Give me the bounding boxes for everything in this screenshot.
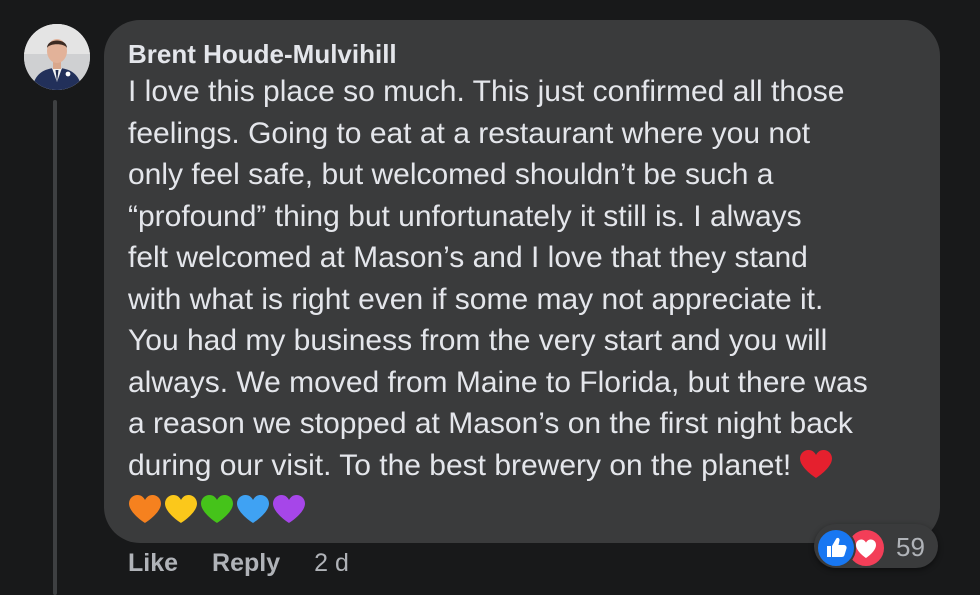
comment-line: with what is right even if some may not …: [128, 282, 824, 316]
comment-line: feelings. Going to eat at a restaurant w…: [128, 116, 811, 150]
comment-text: I love this place so much. This just con…: [128, 71, 928, 486]
comment-line: I love this place so much. This just con…: [128, 75, 845, 108]
like-reaction-icon: [816, 528, 856, 568]
reaction-count: 59: [896, 532, 925, 562]
comment-timestamp[interactable]: 2 d: [314, 546, 349, 580]
like-button[interactable]: Like: [128, 546, 178, 580]
reaction-summary[interactable]: 59: [814, 524, 938, 568]
purple-heart-icon: [273, 495, 305, 523]
comment-author[interactable]: Brent Houde-Mulvihill: [128, 38, 397, 70]
comment-line: “profound” thing but unfortunately it st…: [128, 199, 802, 233]
green-heart-icon: [201, 495, 233, 523]
comment-line: only feel safe, but welcomed shouldn’t b…: [128, 158, 774, 191]
profile-photo-icon: [24, 24, 90, 90]
reply-button[interactable]: Reply: [212, 546, 280, 580]
thread-line: [53, 100, 57, 595]
comment-thread: Brent Houde-Mulvihill I love this place …: [0, 0, 980, 595]
comment-line: a reason we stopped at Mason’s on the fi…: [128, 407, 853, 440]
yellow-heart-icon: [165, 495, 197, 523]
avatar[interactable]: [24, 24, 90, 90]
comment-line: always. We moved from Maine to Florida, …: [128, 365, 868, 399]
orange-heart-icon: [129, 495, 161, 523]
blue-heart-icon: [237, 495, 269, 523]
red-heart-icon: [800, 449, 833, 478]
comment-actions: Like Reply 2 d: [128, 546, 349, 580]
comment-line-last: during our visit. To the best brewery on…: [128, 445, 928, 487]
comment-line: felt welcomed at Mason’s and I love that…: [128, 241, 808, 274]
comment-line: You had my business from the very start …: [128, 324, 828, 357]
emoji-row: [128, 493, 306, 529]
